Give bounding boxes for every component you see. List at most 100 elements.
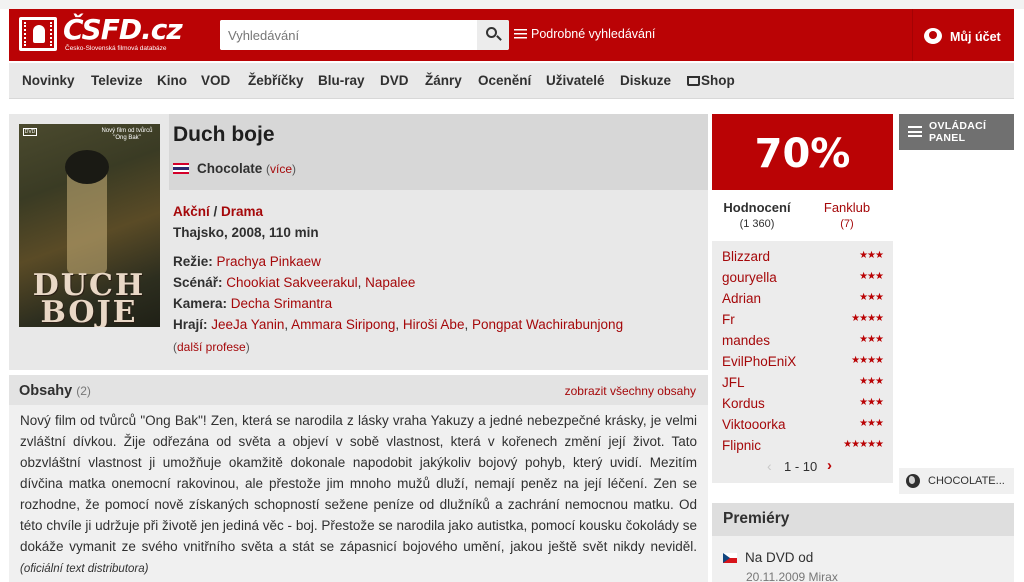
rating-stars: ★★★ xyxy=(859,250,884,261)
poster-dvd-mark: DVD xyxy=(23,128,37,136)
genres: Akční / Drama xyxy=(173,204,264,219)
logo-text: ČSFD.cz xyxy=(63,13,183,46)
nav-oceneni[interactable]: Ocenění xyxy=(478,73,531,88)
account-link[interactable]: Můj účet xyxy=(924,28,1001,44)
next-page-icon[interactable]: › xyxy=(827,457,832,474)
person-link[interactable]: Napalee xyxy=(365,275,415,290)
film-detail: DVD Nový film od tvůrců "Ong Bak" DUCH B… xyxy=(9,114,708,370)
ratings-pager: ‹ 1 - 10 › xyxy=(712,453,893,483)
chocolate-link[interactable]: CHOCOLATE... xyxy=(899,468,1014,494)
rating-panel: 70% Hodnocení (1 360) Fanklub (7) Blizza… xyxy=(712,114,893,494)
prev-page-icon[interactable]: ‹ xyxy=(767,458,772,474)
logo-subtitle: Česko-Slovenská filmová databáze xyxy=(65,45,167,52)
rating-user-link[interactable]: EvilPhoEniX xyxy=(722,354,796,369)
rating-row: Viktooorka ★★★ xyxy=(712,414,893,435)
control-panel-label: OVLÁDACÍ PANEL xyxy=(929,120,987,144)
person-link[interactable]: Pongpat Wachirabunjong xyxy=(472,317,623,332)
header-divider xyxy=(912,9,913,61)
search-button[interactable] xyxy=(477,20,509,50)
film-logo-icon xyxy=(19,17,57,51)
globe-icon xyxy=(906,474,920,488)
menu-icon xyxy=(908,126,922,137)
nav-televize[interactable]: Televize xyxy=(91,73,143,88)
rating-user-link[interactable]: Adrian xyxy=(722,291,761,306)
advanced-search-link[interactable]: Podrobné vyhledávání xyxy=(514,27,655,41)
rating-user-link[interactable]: Fr xyxy=(722,312,735,327)
poster-title: DUCH BOJE xyxy=(32,268,146,328)
nav-zanry[interactable]: Žánry xyxy=(425,73,462,88)
rating-stars: ★★★ xyxy=(859,271,884,282)
premiere-date: 20.11.2009 Mirax xyxy=(746,570,838,582)
site-logo[interactable]: ČSFD.cz Česko-Slovenská filmová databáze xyxy=(19,15,189,55)
plot-header: Obsahy (2) zobrazit všechny obsahy xyxy=(9,375,708,405)
plot-section: Obsahy (2) zobrazit všechny obsahy Nový … xyxy=(9,375,708,582)
nav-dvd[interactable]: DVD xyxy=(380,73,409,88)
plot-source: (oficiální text distributora) xyxy=(20,563,149,575)
ratings-list: Blizzard ★★★ gouryella ★★★ Adrian ★★★ Fr ★★★… xyxy=(712,241,893,453)
rating-stars: ★★★★ xyxy=(851,313,884,324)
premiere-label: Na DVD od xyxy=(745,550,814,565)
rating-row: Fr ★★★★ xyxy=(712,309,893,330)
film-origin: Thajsko, 2008, 110 min xyxy=(173,225,319,240)
nav-vod[interactable]: VOD xyxy=(201,73,230,88)
rating-tabs: Hodnocení (1 360) Fanklub (7) xyxy=(712,190,893,236)
person-link[interactable]: Prachya Pinkaew xyxy=(217,254,321,269)
show-all-plots-link[interactable]: zobrazit všechny obsahy xyxy=(565,384,696,398)
nav-novinky[interactable]: Novinky xyxy=(22,73,75,88)
film-info: Akční / Drama Thajsko, 2008, 110 min Rež… xyxy=(173,204,703,354)
site-header: ČSFD.cz Česko-Slovenská filmová databáze… xyxy=(9,9,1014,61)
rating-row: mandes ★★★ xyxy=(712,330,893,351)
tab-ratings[interactable]: Hodnocení (1 360) xyxy=(712,190,802,236)
nav-zebricky[interactable]: Žebříčky xyxy=(248,73,304,88)
nav-shop[interactable]: Shop xyxy=(686,73,735,88)
nav-uzivatele[interactable]: Uživatelé xyxy=(546,73,605,88)
crew-list: Režie: Prachya Pinkaew Scénář: Chookiat … xyxy=(173,254,703,338)
nav-diskuze[interactable]: Diskuze xyxy=(620,73,671,88)
person-link[interactable]: Chookiat Sakveerakul xyxy=(226,275,357,290)
genre-link[interactable]: Drama xyxy=(221,204,263,219)
rating-user-link[interactable]: Kordus xyxy=(722,396,765,411)
alt-title: Chocolate xyxy=(197,161,263,176)
control-panel-button[interactable]: OVLÁDACÍ PANEL xyxy=(899,114,1014,150)
film-title: Duch boje xyxy=(173,123,275,146)
rating-user-link[interactable]: JFL xyxy=(722,375,745,390)
nav-kino[interactable]: Kino xyxy=(157,73,187,88)
rating-user-link[interactable]: gouryella xyxy=(722,270,777,285)
rating-row: Kordus ★★★ xyxy=(712,393,893,414)
genre-link[interactable]: Akční xyxy=(173,204,210,219)
sliders-icon xyxy=(514,28,527,39)
rating-stars: ★★★ xyxy=(859,334,884,345)
search-box xyxy=(220,20,509,50)
rating-stars: ★★★★ xyxy=(851,355,884,366)
premieres-header: Premiéry xyxy=(712,503,1014,536)
rating-user-link[interactable]: Viktooorka xyxy=(722,417,786,432)
rating-stars: ★★★★★ xyxy=(843,439,884,450)
advanced-search-label: Podrobné vyhledávání xyxy=(531,27,656,41)
tab-fanclub[interactable]: Fanklub (7) xyxy=(802,190,892,236)
rating-row: JFL ★★★ xyxy=(712,372,893,393)
person-link[interactable]: Hiroši Abe xyxy=(403,317,465,332)
person-link[interactable]: Decha Srimantra xyxy=(231,296,332,311)
crew-camera: Kamera: Decha Srimantra xyxy=(173,296,333,311)
film-poster[interactable]: DVD Nový film od tvůrců "Ong Bak" DUCH B… xyxy=(19,124,160,327)
rating-stars: ★★★ xyxy=(859,418,884,429)
nav-bluray[interactable]: Blu-ray xyxy=(318,73,365,88)
person-link[interactable]: Ammara Siripong xyxy=(291,317,395,332)
crew-cast: Hrají: JeeJa Yanin, Ammara Siripong, Hir… xyxy=(173,317,624,332)
nav-shop-label: Shop xyxy=(701,73,735,88)
rating-user-link[interactable]: Blizzard xyxy=(722,249,770,264)
cart-icon xyxy=(686,76,700,86)
poster-tagline: Nový film od tvůrců "Ong Bak" xyxy=(101,128,153,141)
rating-row: EvilPhoEniX ★★★★ xyxy=(712,351,893,372)
plot-title: Obsahy (2) xyxy=(19,383,91,399)
rating-user-link[interactable]: Flipnic xyxy=(722,438,761,453)
person-link[interactable]: JeeJa Yanin xyxy=(211,317,284,332)
rating-row: Adrian ★★★ xyxy=(712,288,893,309)
alt-title-more[interactable]: (více) xyxy=(266,162,296,176)
account-label: Můj účet xyxy=(950,30,1001,44)
search-input[interactable] xyxy=(220,20,468,50)
rating-user-link[interactable]: mandes xyxy=(722,333,770,348)
rating-row: Blizzard ★★★ xyxy=(712,246,893,267)
more-professions-link[interactable]: (další profese) xyxy=(173,340,703,354)
rating-stars: ★★★ xyxy=(859,292,884,303)
